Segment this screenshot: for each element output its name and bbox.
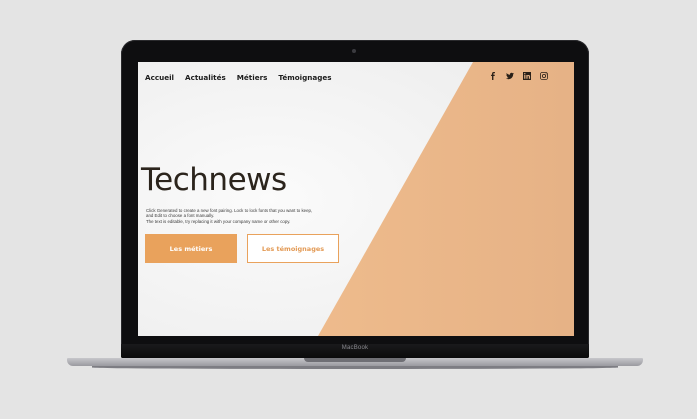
laptop-screen: Accueil Actualités Métiers Témoignages T… — [138, 62, 574, 336]
social-links — [489, 71, 548, 80]
nav-item-actualites[interactable]: Actualités — [185, 73, 226, 82]
nav-item-temoignages[interactable]: Témoignages — [278, 73, 331, 82]
hero-title: Technews — [141, 162, 287, 198]
nav-item-accueil[interactable]: Accueil — [145, 73, 174, 82]
screen-background — [138, 62, 574, 336]
hero-description: Click Generated to create a new font pai… — [146, 208, 332, 224]
device-brand-label: MacBook — [341, 345, 369, 351]
linkedin-icon[interactable] — [523, 71, 531, 80]
mockup-stage: Accueil Actualités Métiers Témoignages T… — [0, 0, 697, 419]
nav-item-metiers[interactable]: Métiers — [237, 73, 268, 82]
twitter-icon[interactable] — [506, 71, 514, 80]
laptop-base-shadow — [92, 366, 618, 369]
les-metiers-button[interactable]: Les métiers — [145, 234, 237, 263]
main-navigation: Accueil Actualités Métiers Témoignages — [145, 73, 332, 82]
instagram-icon[interactable] — [540, 71, 548, 80]
camera-icon — [352, 49, 356, 53]
facebook-icon[interactable] — [489, 71, 497, 80]
les-temoignages-button[interactable]: Les témoignages — [247, 234, 339, 263]
laptop-opening-notch — [304, 358, 406, 362]
hero-text-line: The text is editable, try replacing it w… — [146, 218, 291, 224]
